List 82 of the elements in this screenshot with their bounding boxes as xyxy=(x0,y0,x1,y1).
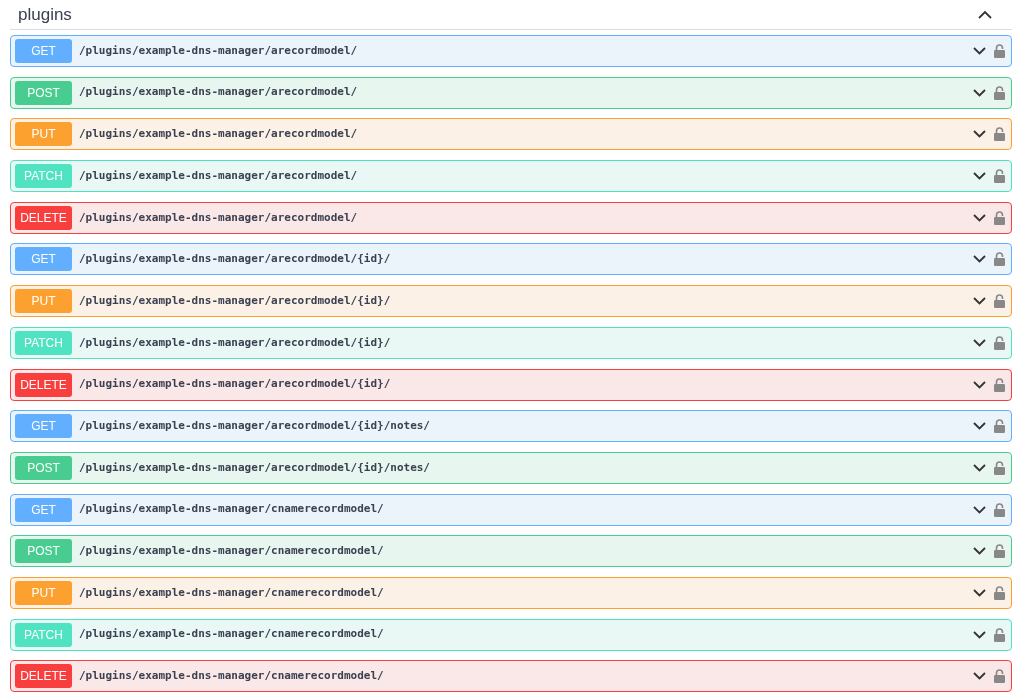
endpoint-path: /plugins/example-dns-manager/arecordmodel/ xyxy=(79,42,359,59)
lock-icon[interactable] xyxy=(994,44,1005,58)
chevron-down-icon[interactable] xyxy=(973,297,986,306)
chevron-down-icon[interactable] xyxy=(973,130,986,139)
chevron-down-icon[interactable] xyxy=(973,47,986,55)
endpoint-path: /plugins/example-dns-manager/arecordmodel/{id}/notes/ xyxy=(79,417,431,434)
lock-icon[interactable] xyxy=(994,544,1005,559)
endpoint-path: /plugins/example-dns-manager/arecordmodel/{id}/ xyxy=(79,376,392,393)
lock-icon[interactable] xyxy=(994,502,1005,517)
operation-row[interactable]: PUT /plugins/example-dns-manager/arecordmodel/{id}/ xyxy=(10,285,1012,318)
operation-row[interactable]: DELETE /plugins/example-dns-manager/arecordmodel/{id}/ xyxy=(10,368,1012,401)
chevron-down-icon[interactable] xyxy=(973,463,986,472)
operation-row[interactable]: GET /plugins/example-dns-manager/arecordmodel/{id}/notes/ xyxy=(10,410,1012,443)
lock-icon[interactable] xyxy=(994,335,1005,350)
method-badge: GET xyxy=(15,39,72,63)
chevron-down-icon[interactable] xyxy=(973,172,986,181)
endpoint-path: /plugins/example-dns-manager/arecordmodel/{id}/notes/ xyxy=(79,459,431,476)
endpoint-path: /plugins/example-dns-manager/arecordmodel/ xyxy=(79,209,359,226)
operation-row[interactable]: PATCH /plugins/example-dns-manager/cnamerecordmodel/ xyxy=(10,618,1012,651)
chevron-down-icon[interactable] xyxy=(973,588,986,597)
lock-icon[interactable] xyxy=(994,669,1005,684)
endpoint-path: /plugins/example-dns-manager/cnamerecordmodel/ xyxy=(79,584,385,601)
endpoint-path: /plugins/example-dns-manager/arecordmodel/ xyxy=(79,167,359,184)
operation-row[interactable]: PUT /plugins/example-dns-manager/arecordmodel/ xyxy=(10,118,1012,151)
lock-icon[interactable] xyxy=(994,252,1005,267)
lock-icon[interactable] xyxy=(994,127,1005,142)
chevron-down-icon[interactable] xyxy=(973,547,986,556)
method-badge: DELETE xyxy=(15,205,72,230)
operation-row[interactable]: PATCH /plugins/example-dns-manager/arecordmodel/ xyxy=(10,160,1012,193)
lock-icon[interactable] xyxy=(994,169,1005,184)
lock-icon[interactable] xyxy=(994,585,1005,600)
chevron-down-icon[interactable] xyxy=(973,88,986,97)
method-badge: DELETE xyxy=(15,372,72,397)
method-badge: GET xyxy=(15,247,72,272)
chevron-down-icon[interactable] xyxy=(973,380,986,389)
operation-row[interactable]: DELETE /plugins/example-dns-manager/arecordmodel/ xyxy=(10,201,1012,234)
lock-icon[interactable] xyxy=(994,627,1005,642)
method-badge: PATCH xyxy=(15,164,72,189)
section-title: plugins xyxy=(18,3,72,26)
method-badge: PUT xyxy=(15,580,72,605)
endpoint-path: /plugins/example-dns-manager/cnamerecordmodel/ xyxy=(79,668,385,685)
lock-icon[interactable] xyxy=(994,460,1005,475)
lock-icon[interactable] xyxy=(994,419,1005,434)
method-badge: POST xyxy=(15,455,72,480)
chevron-down-icon[interactable] xyxy=(973,422,986,431)
operation-row[interactable]: DELETE /plugins/example-dns-manager/cnamerecordmodel/ xyxy=(10,660,1012,693)
lock-icon[interactable] xyxy=(994,85,1005,100)
endpoint-path: /plugins/example-dns-manager/arecordmodel/{id}/ xyxy=(79,334,392,351)
method-badge: GET xyxy=(15,497,72,522)
chevron-down-icon[interactable] xyxy=(973,505,986,514)
operation-row[interactable]: POST /plugins/example-dns-manager/arecordmodel/{id}/notes/ xyxy=(10,451,1012,484)
endpoint-path: /plugins/example-dns-manager/cnamerecordmodel/ xyxy=(79,543,385,559)
method-badge: GET xyxy=(15,414,72,439)
chevron-down-icon[interactable] xyxy=(973,672,986,681)
chevron-down-icon[interactable] xyxy=(973,630,986,639)
operation-row[interactable]: PUT /plugins/example-dns-manager/cnamerecordmodel/ xyxy=(10,576,1012,609)
endpoint-path: /plugins/example-dns-manager/cnamerecordmodel/ xyxy=(79,626,385,643)
lock-icon[interactable] xyxy=(994,210,1005,225)
endpoint-path: /plugins/example-dns-manager/arecordmodel/ xyxy=(79,84,359,101)
chevron-down-icon[interactable] xyxy=(973,255,986,264)
operation-row[interactable]: GET /plugins/example-dns-manager/cnamerecordmodel/ xyxy=(10,493,1012,526)
method-badge: DELETE xyxy=(15,664,72,689)
chevron-up-icon[interactable] xyxy=(978,10,992,19)
method-badge: POST xyxy=(15,80,72,105)
operation-row[interactable]: GET /plugins/example-dns-manager/arecordmodel/ xyxy=(10,35,1012,67)
endpoint-path: /plugins/example-dns-manager/cnamerecordmodel/ xyxy=(79,501,385,518)
operation-row[interactable]: POST /plugins/example-dns-manager/cnamerecordmodel/ xyxy=(10,535,1012,568)
chevron-down-icon[interactable] xyxy=(973,338,986,347)
method-badge: PATCH xyxy=(15,330,72,355)
chevron-down-icon[interactable] xyxy=(973,213,986,222)
operation-row[interactable]: POST /plugins/example-dns-manager/arecordmodel/ xyxy=(10,76,1012,109)
method-badge: PUT xyxy=(15,122,72,147)
lock-icon[interactable] xyxy=(994,377,1005,392)
operation-row[interactable]: GET /plugins/example-dns-manager/arecordmodel/{id}/ xyxy=(10,243,1012,276)
endpoint-path: /plugins/example-dns-manager/arecordmodel/ xyxy=(79,126,359,143)
method-badge: PUT xyxy=(15,289,72,314)
method-badge: PATCH xyxy=(15,622,72,647)
operation-row[interactable]: PATCH /plugins/example-dns-manager/arecordmodel/{id}/ xyxy=(10,326,1012,359)
method-badge: POST xyxy=(15,539,72,564)
lock-icon[interactable] xyxy=(994,294,1005,309)
endpoint-path: /plugins/example-dns-manager/arecordmodel/{id}/ xyxy=(79,292,392,309)
endpoint-path: /plugins/example-dns-manager/arecordmodel/{id}/ xyxy=(79,251,392,268)
